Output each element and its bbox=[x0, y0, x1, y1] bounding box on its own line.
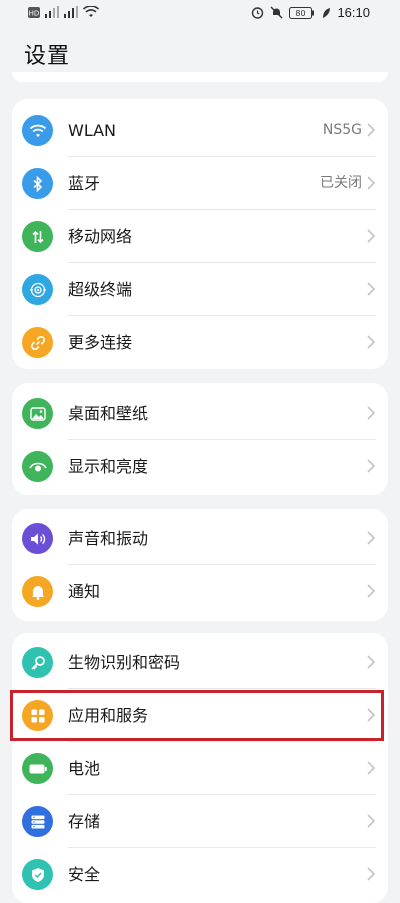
chevron-right-icon bbox=[367, 814, 376, 828]
settings-item-label: 声音和振动 bbox=[68, 529, 149, 548]
chevron-right-icon bbox=[367, 655, 376, 669]
settings-item-more-connections[interactable]: 更多连接 bbox=[12, 316, 388, 369]
status-bar-right: 80 16:10 bbox=[251, 5, 370, 20]
status-bar-left: HD bbox=[28, 6, 99, 18]
super-device-icon bbox=[22, 274, 53, 305]
highlight-box bbox=[10, 690, 384, 741]
mute-bell-icon bbox=[270, 6, 283, 19]
settings-item-security[interactable]: 安全 bbox=[12, 848, 388, 901]
display-eye-icon bbox=[22, 451, 53, 482]
settings-item-label: 安全 bbox=[68, 865, 101, 884]
chevron-right-icon bbox=[367, 531, 376, 545]
settings-item-label: 通知 bbox=[68, 582, 101, 601]
settings-item-value: NS5G bbox=[322, 122, 362, 138]
storage-icon bbox=[22, 806, 53, 837]
settings-group-display: 桌面和壁纸 显示和亮度 bbox=[12, 383, 388, 495]
settings-item-wlan[interactable]: WLAN NS5G bbox=[12, 104, 388, 157]
chevron-right-icon bbox=[367, 584, 376, 598]
page-title: 设置 bbox=[24, 44, 71, 69]
key-icon bbox=[22, 647, 53, 678]
settings-item-biometrics[interactable]: 生物识别和密码 bbox=[12, 636, 388, 689]
mobile-network-icon bbox=[22, 221, 53, 252]
settings-item-sound-vibration[interactable]: 声音和振动 bbox=[12, 512, 388, 565]
settings-item-notifications[interactable]: 通知 bbox=[12, 565, 388, 618]
settings-item-label: 电池 bbox=[68, 759, 101, 778]
alarm-icon bbox=[252, 7, 264, 19]
settings-item-bluetooth[interactable]: 蓝牙 已关闭 bbox=[12, 157, 388, 210]
chevron-right-icon bbox=[367, 282, 376, 296]
settings-group-sound: 声音和振动 通知 bbox=[12, 509, 388, 621]
signal-strength-2-icon bbox=[64, 6, 78, 18]
settings-item-battery[interactable]: 电池 bbox=[12, 742, 388, 795]
settings-item-label: 更多连接 bbox=[68, 333, 133, 352]
settings-item-wallpaper[interactable]: 桌面和壁纸 bbox=[12, 387, 388, 440]
wallpaper-icon bbox=[22, 398, 53, 429]
settings-item-label: 生物识别和密码 bbox=[68, 653, 181, 672]
chevron-right-icon bbox=[367, 335, 376, 349]
settings-group-connections: WLAN NS5G 蓝牙 已关闭 移动网络 超级终端 更多连接 bbox=[12, 99, 388, 369]
speaker-icon bbox=[22, 523, 53, 554]
shield-icon bbox=[22, 859, 53, 890]
status-time: 16:10 bbox=[337, 5, 370, 20]
chevron-right-icon bbox=[367, 761, 376, 775]
wifi-status-icon bbox=[83, 6, 99, 17]
hd-signal-icon: HD bbox=[28, 6, 40, 18]
chevron-right-icon bbox=[367, 406, 376, 420]
bluetooth-icon bbox=[22, 168, 53, 199]
bell-icon bbox=[22, 576, 53, 607]
link-icon bbox=[22, 327, 53, 358]
settings-item-label: 超级终端 bbox=[68, 280, 133, 299]
signal-strength-icon bbox=[45, 6, 59, 18]
settings-item-super-device[interactable]: 超级终端 bbox=[12, 263, 388, 316]
settings-item-label: 存储 bbox=[68, 812, 101, 831]
leaf-icon bbox=[323, 7, 331, 18]
chevron-right-icon bbox=[367, 123, 376, 137]
chevron-right-icon bbox=[367, 867, 376, 881]
settings-item-storage[interactable]: 存储 bbox=[12, 795, 388, 848]
chevron-right-icon bbox=[367, 459, 376, 473]
svg-text:HD: HD bbox=[29, 9, 40, 17]
settings-item-label: 蓝牙 bbox=[68, 174, 101, 193]
settings-item-display-brightness[interactable]: 显示和亮度 bbox=[12, 440, 388, 493]
wifi-icon bbox=[22, 115, 53, 146]
battery-status-icon: 80 bbox=[289, 6, 315, 19]
settings-item-label: 显示和亮度 bbox=[68, 457, 149, 476]
chevron-right-icon bbox=[367, 229, 376, 243]
scrolled-card-edge bbox=[12, 72, 388, 82]
battery-icon bbox=[22, 753, 53, 784]
status-bar: HD 80 16:10 bbox=[0, 0, 400, 28]
svg-text:80: 80 bbox=[296, 9, 306, 18]
settings-item-label: WLAN bbox=[68, 121, 117, 140]
settings-group-system: 生物识别和密码 应用和服务 电池 存储 安全 bbox=[12, 633, 388, 903]
settings-item-label: 移动网络 bbox=[68, 227, 133, 246]
chevron-right-icon bbox=[367, 176, 376, 190]
settings-item-value: 已关闭 bbox=[320, 175, 362, 191]
settings-item-label: 桌面和壁纸 bbox=[68, 404, 149, 423]
settings-item-mobile-network[interactable]: 移动网络 bbox=[12, 210, 388, 263]
